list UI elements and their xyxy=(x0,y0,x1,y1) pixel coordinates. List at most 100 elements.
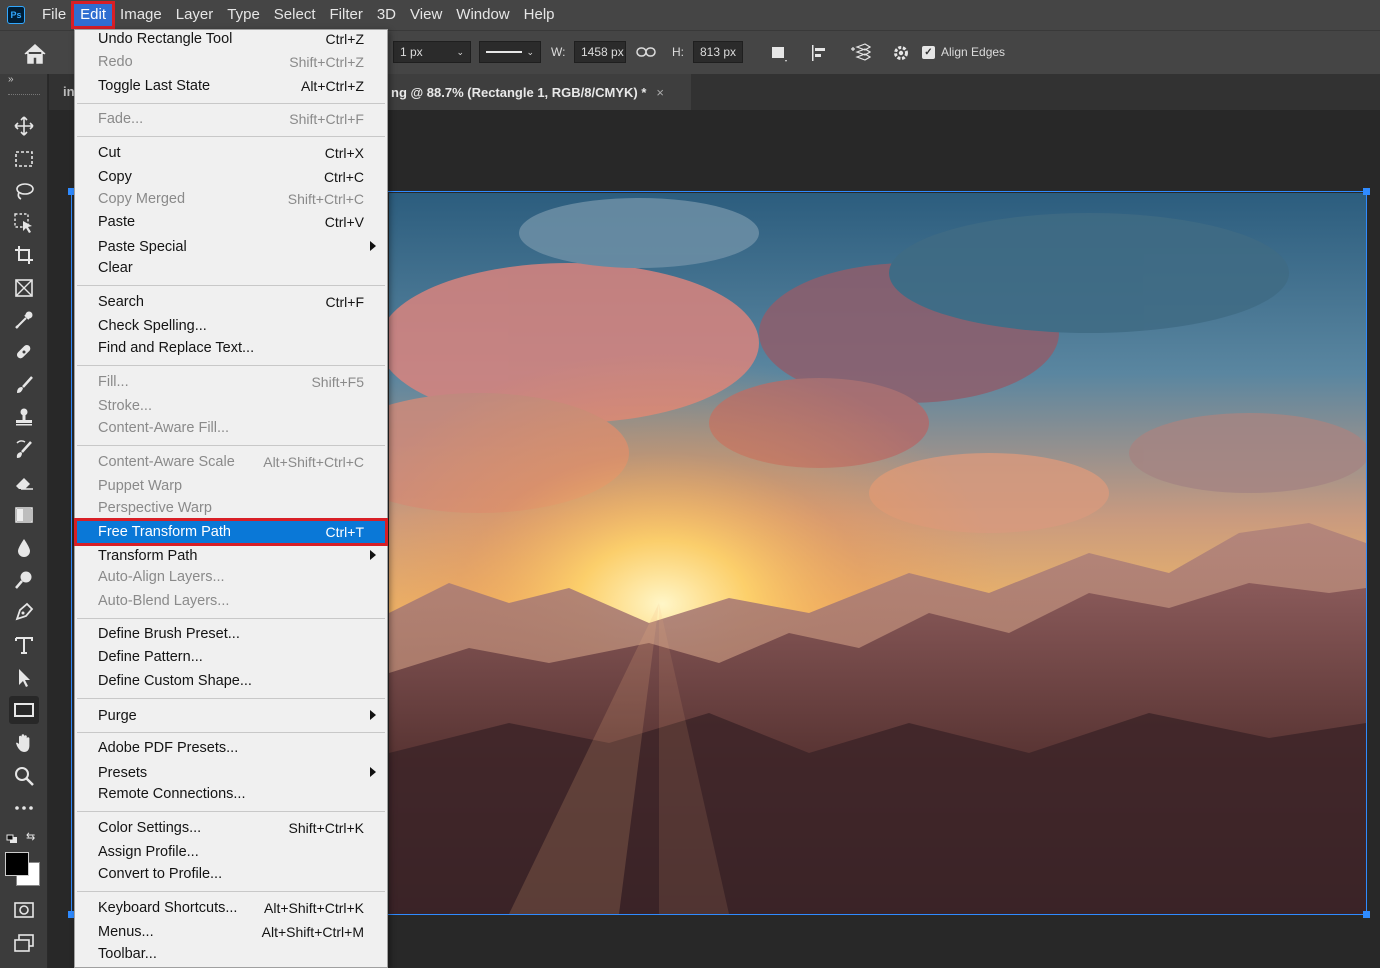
menu-item-fill[interactable]: Fill... Shift+F5 xyxy=(77,371,385,393)
object-select-icon[interactable] xyxy=(9,209,39,237)
height-input[interactable]: 813 px xyxy=(693,41,743,63)
menu-item-assign-profile[interactable]: Assign Profile... xyxy=(77,841,385,863)
stroke-type-dropdown[interactable]: ⌄ xyxy=(479,41,541,63)
menu-item-label: Toolbar... xyxy=(98,946,157,962)
menu-item-free-transform-path[interactable]: Free Transform Path Ctrl+T xyxy=(74,518,388,546)
gradient-icon[interactable] xyxy=(9,501,39,529)
default-colors-icon[interactable] xyxy=(6,831,18,843)
menu-layer[interactable]: Layer xyxy=(169,3,221,27)
checkbox-checked-icon: ✓ xyxy=(922,45,935,59)
screen-mode-icon[interactable] xyxy=(9,929,39,957)
link-dimensions-icon[interactable] xyxy=(636,41,656,63)
menu-item-toolbar[interactable]: Toolbar... xyxy=(77,943,385,965)
type-icon[interactable] xyxy=(9,631,39,659)
menu-item-presets[interactable]: Presets xyxy=(77,762,385,784)
menu-item-clear[interactable]: Clear xyxy=(77,257,385,279)
history-brush-icon[interactable] xyxy=(9,436,39,464)
blur-icon[interactable] xyxy=(9,534,39,562)
zoom-icon[interactable] xyxy=(9,762,39,790)
move-icon[interactable] xyxy=(9,112,39,140)
menu-item-keyboard-shortcuts[interactable]: Keyboard Shortcuts... Alt+Shift+Ctrl+K xyxy=(77,897,385,919)
height-value: 813 px xyxy=(700,45,737,59)
menu-item-undo[interactable]: Undo Rectangle Tool Ctrl+Z xyxy=(77,28,385,50)
panel-grip[interactable] xyxy=(8,94,40,96)
dodge-icon[interactable] xyxy=(9,566,39,594)
close-tab-icon[interactable]: × xyxy=(656,85,664,100)
path-select-icon[interactable] xyxy=(9,664,39,692)
path-operations-icon[interactable] xyxy=(765,39,793,67)
menu-item-label: Color Settings... xyxy=(98,820,202,836)
menu-item-fade[interactable]: Fade... Shift+Ctrl+F xyxy=(77,108,385,130)
menu-item-paste[interactable]: Paste Ctrl+V xyxy=(77,211,385,233)
healing-brush-icon[interactable] xyxy=(9,338,39,366)
hand-icon[interactable] xyxy=(9,729,39,757)
eyedropper-icon[interactable] xyxy=(9,306,39,334)
crop-icon[interactable] xyxy=(9,241,39,269)
document-tab-title: ng @ 88.7% (Rectangle 1, RGB/8/CMYK) * xyxy=(391,84,647,100)
menu-item-cut[interactable]: Cut Ctrl+X xyxy=(77,142,385,164)
brush-icon[interactable] xyxy=(9,371,39,399)
menu-item-redo[interactable]: Redo Shift+Ctrl+Z xyxy=(77,51,385,73)
menu-3d[interactable]: 3D xyxy=(370,3,403,27)
menu-item-copy[interactable]: Copy Ctrl+C xyxy=(77,166,385,188)
document-image[interactable] xyxy=(389,193,1366,914)
path-arrangement-icon[interactable] xyxy=(846,39,874,67)
menu-image[interactable]: Image xyxy=(113,3,169,27)
rectangle-tool-icon[interactable] xyxy=(9,696,39,724)
home-icon[interactable] xyxy=(12,41,58,67)
menu-item-search[interactable]: Search Ctrl+F xyxy=(77,291,385,313)
more-tools-icon[interactable] xyxy=(9,794,39,822)
menu-help[interactable]: Help xyxy=(517,3,562,27)
menu-item-purge[interactable]: Purge xyxy=(77,705,385,727)
clone-stamp-icon[interactable] xyxy=(9,403,39,431)
menu-select[interactable]: Select xyxy=(267,3,323,27)
eraser-icon[interactable] xyxy=(9,468,39,496)
width-input[interactable]: 1458 px xyxy=(574,41,626,63)
quick-mask-icon[interactable] xyxy=(9,896,39,924)
menu-file[interactable]: File xyxy=(35,3,73,27)
gear-icon[interactable] xyxy=(887,39,915,67)
menu-item-define-brush-preset[interactable]: Define Brush Preset... xyxy=(77,623,385,645)
menu-item-content-aware-fill[interactable]: Content-Aware Fill... xyxy=(77,417,385,439)
menu-item-toggle-last-state[interactable]: Toggle Last State Alt+Ctrl+Z xyxy=(77,75,385,97)
align-edges-checkbox[interactable]: ✓ Align Edges xyxy=(922,41,1005,63)
menu-edit[interactable]: Edit xyxy=(71,1,116,29)
menu-item-label: Auto-Blend Layers... xyxy=(98,593,230,609)
menu-type[interactable]: Type xyxy=(220,3,267,27)
menu-item-check-spelling[interactable]: Check Spelling... xyxy=(77,315,385,337)
menu-item-convert-to-profile[interactable]: Convert to Profile... xyxy=(77,863,385,885)
menu-item-content-aware-scale[interactable]: Content-Aware Scale Alt+Shift+Ctrl+C xyxy=(77,451,385,473)
menu-item-copy-merged[interactable]: Copy Merged Shift+Ctrl+C xyxy=(77,188,385,210)
menu-item-label: Paste xyxy=(98,214,136,230)
menu-item-auto-blend-layers[interactable]: Auto-Blend Layers... xyxy=(77,590,385,612)
menu-item-color-settings[interactable]: Color Settings... Shift+Ctrl+K xyxy=(77,817,385,839)
menu-item-label: Define Pattern... xyxy=(98,649,203,665)
menu-item-remote-connections[interactable]: Remote Connections... xyxy=(77,783,385,805)
frame-icon[interactable] xyxy=(9,274,39,302)
stroke-width-input[interactable]: 1 px ⌄ xyxy=(393,41,471,63)
path-alignment-icon[interactable] xyxy=(806,39,834,67)
menu-item-label: Define Custom Shape... xyxy=(98,673,252,689)
foreground-color-swatch[interactable] xyxy=(5,852,29,876)
menu-view[interactable]: View xyxy=(403,3,449,27)
swap-colors-icon[interactable]: ⇆ xyxy=(26,830,35,843)
marquee-icon[interactable] xyxy=(9,145,39,173)
menu-item-adobe-pdf-presets[interactable]: Adobe PDF Presets... xyxy=(77,737,385,759)
menu-separator xyxy=(77,103,385,104)
pen-icon[interactable] xyxy=(9,598,39,626)
menu-item-auto-align-layers[interactable]: Auto-Align Layers... xyxy=(77,566,385,588)
menu-item-stroke[interactable]: Stroke... xyxy=(77,395,385,417)
menu-item-define-pattern[interactable]: Define Pattern... xyxy=(77,646,385,668)
document-tab-active[interactable]: ng @ 88.7% (Rectangle 1, RGB/8/CMYK) * × xyxy=(385,74,691,110)
menu-item-find-replace[interactable]: Find and Replace Text... xyxy=(77,337,385,359)
menu-item-menus[interactable]: Menus... Alt+Shift+Ctrl+M xyxy=(77,921,385,943)
menu-item-perspective-warp[interactable]: Perspective Warp xyxy=(77,497,385,519)
menu-item-paste-special[interactable]: Paste Special xyxy=(77,236,385,258)
collapse-panel-icon[interactable]: » xyxy=(8,74,14,85)
menu-item-transform-path[interactable]: Transform Path xyxy=(77,545,385,567)
menu-filter[interactable]: Filter xyxy=(323,3,370,27)
lasso-icon[interactable] xyxy=(9,177,39,205)
menu-window[interactable]: Window xyxy=(449,3,516,27)
menu-item-define-custom-shape[interactable]: Define Custom Shape... xyxy=(77,670,385,692)
menu-item-puppet-warp[interactable]: Puppet Warp xyxy=(77,475,385,497)
